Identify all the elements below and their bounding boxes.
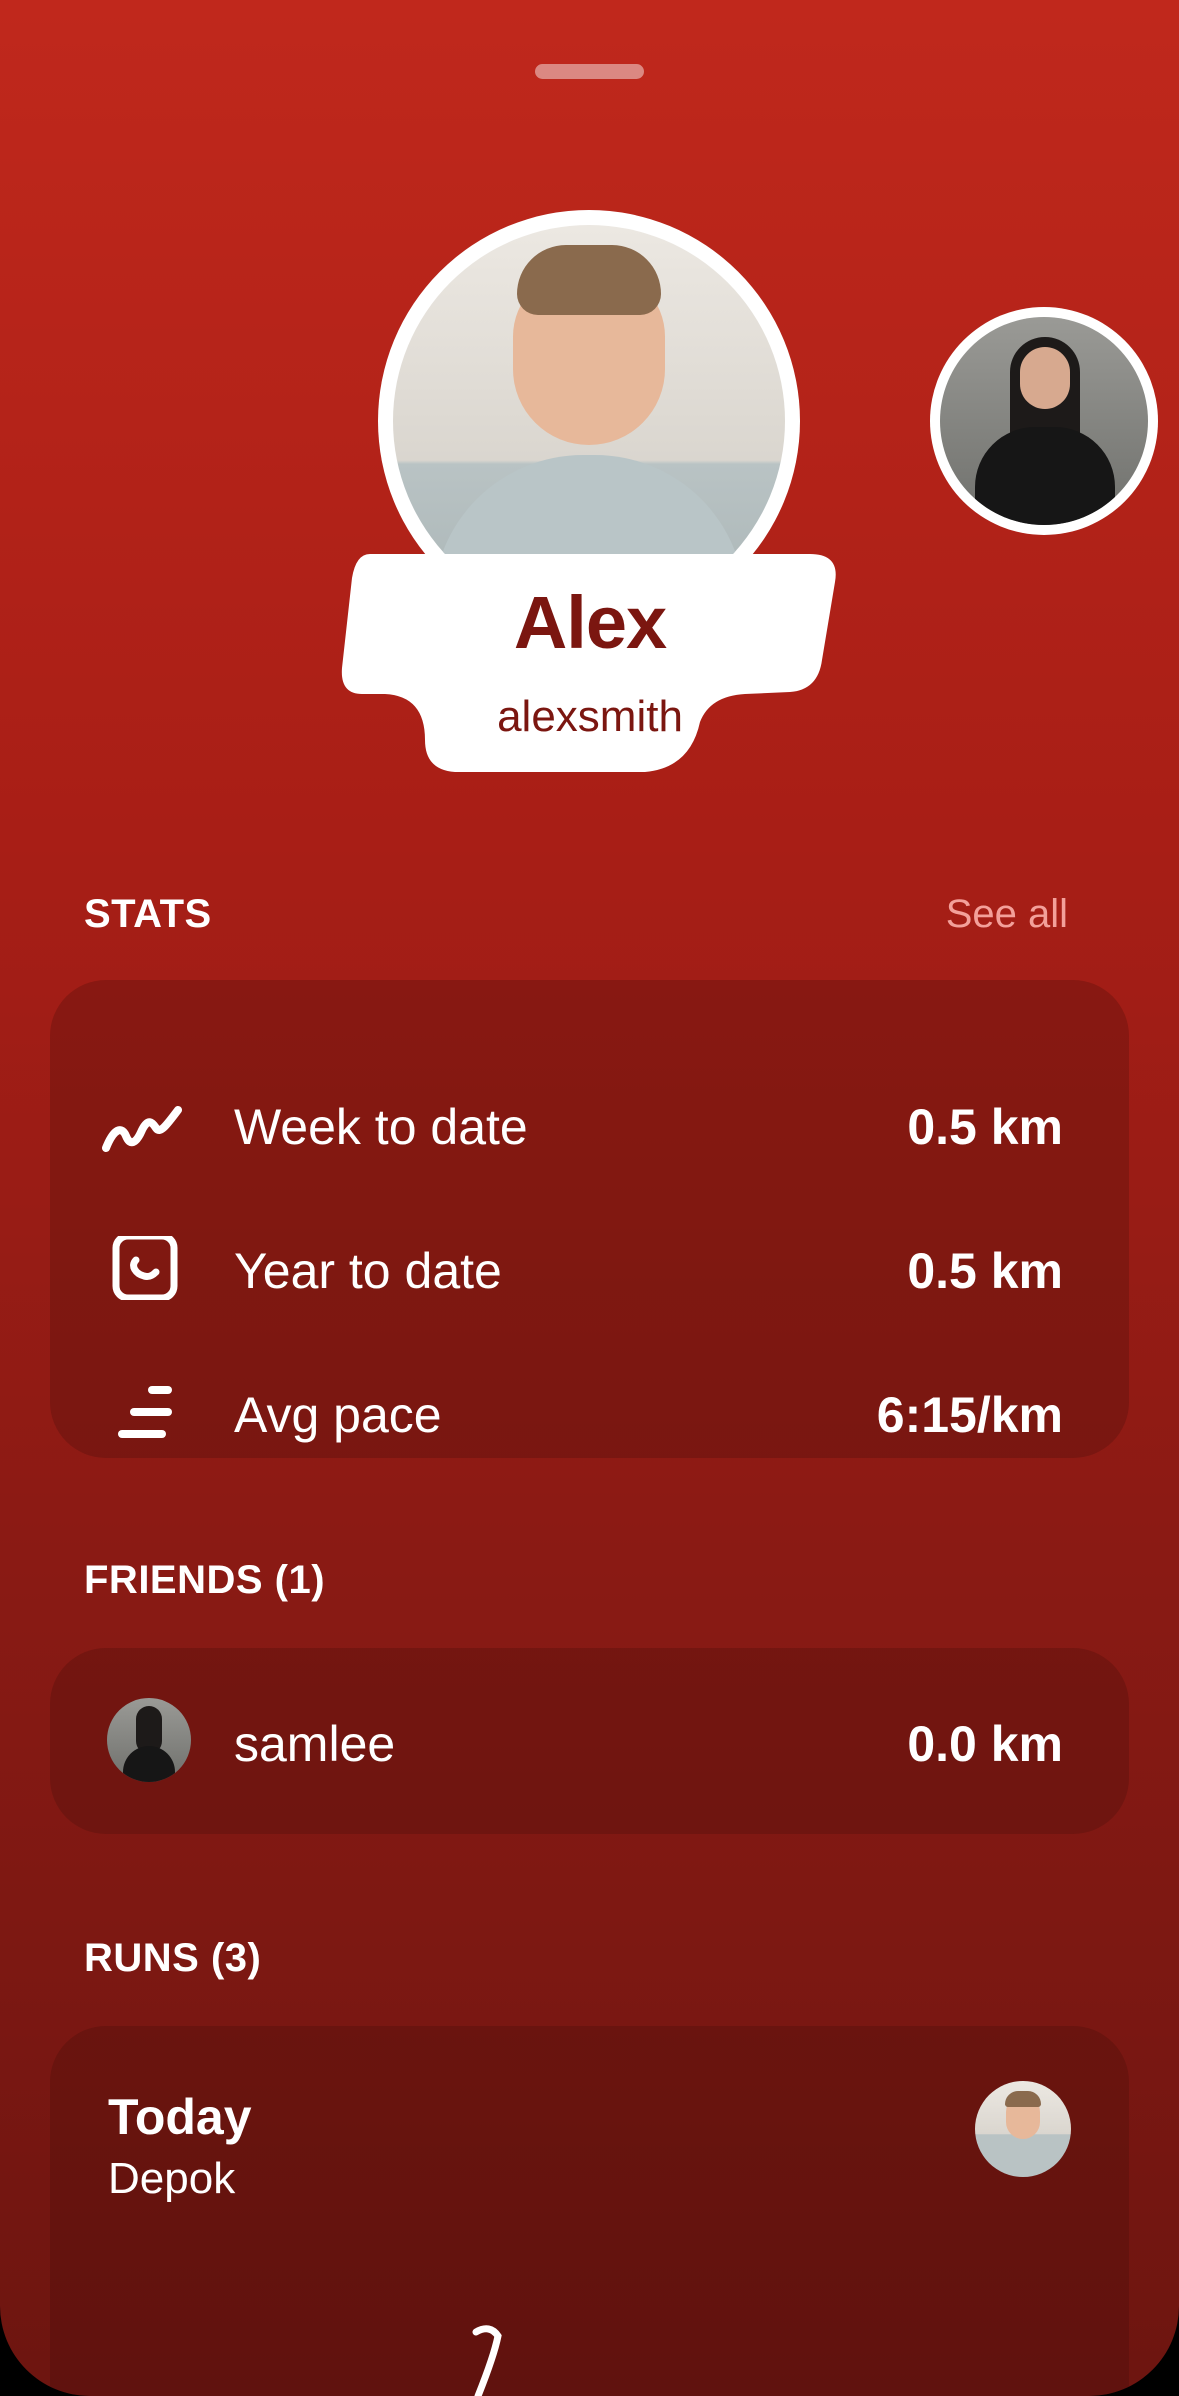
run-runner-avatar — [975, 2081, 1071, 2177]
stats-card: Week to date 0.5 km Year to date 0.5 km … — [50, 980, 1129, 1458]
see-all-link[interactable]: See all — [946, 892, 1068, 937]
stats-heading: STATS — [84, 892, 212, 936]
runs-heading: RUNS (3) — [84, 1936, 262, 1980]
run-location: Depok — [108, 2154, 236, 2203]
friend-photo — [940, 317, 1148, 525]
stat-row-week[interactable]: Week to date 0.5 km — [50, 1074, 1129, 1174]
friend-username: samlee — [234, 1716, 396, 1772]
stat-row-year[interactable]: Year to date 0.5 km — [50, 1218, 1129, 1318]
profile-name: Alex — [513, 581, 667, 664]
friend-avatar-button[interactable] — [930, 307, 1158, 535]
trend-squiggle-icon — [102, 1106, 182, 1152]
friend-distance: 0.0 km — [907, 1716, 1063, 1772]
stat-row-pace[interactable]: Avg pace 6:15/km — [50, 1362, 1129, 1462]
stat-label: Year to date — [234, 1243, 502, 1299]
run-route-icon — [472, 2325, 502, 2396]
stat-value: 0.5 km — [907, 1099, 1063, 1155]
profile-sheet: Alex alexsmith STATS See all Week to dat… — [0, 0, 1179, 2396]
name-card: Alex alexsmith — [340, 550, 840, 775]
friend-info: samlee 0.0 km — [50, 1691, 1129, 1791]
friends-heading: FRIENDS (1) — [84, 1558, 326, 1602]
stat-value: 6:15/km — [876, 1387, 1063, 1443]
run-card[interactable]: Today Depok — [50, 2026, 1129, 2396]
profile-username: alexsmith — [497, 692, 683, 741]
stat-value: 0.5 km — [907, 1243, 1063, 1299]
run-day: Today — [108, 2089, 252, 2145]
stat-label: Avg pace — [234, 1387, 442, 1443]
stat-label: Week to date — [234, 1099, 528, 1155]
drag-handle[interactable] — [535, 64, 644, 79]
friend-row[interactable]: samlee 0.0 km — [50, 1648, 1129, 1834]
pace-lines-icon — [118, 1386, 172, 1438]
calendar-year-icon — [112, 1236, 178, 1300]
